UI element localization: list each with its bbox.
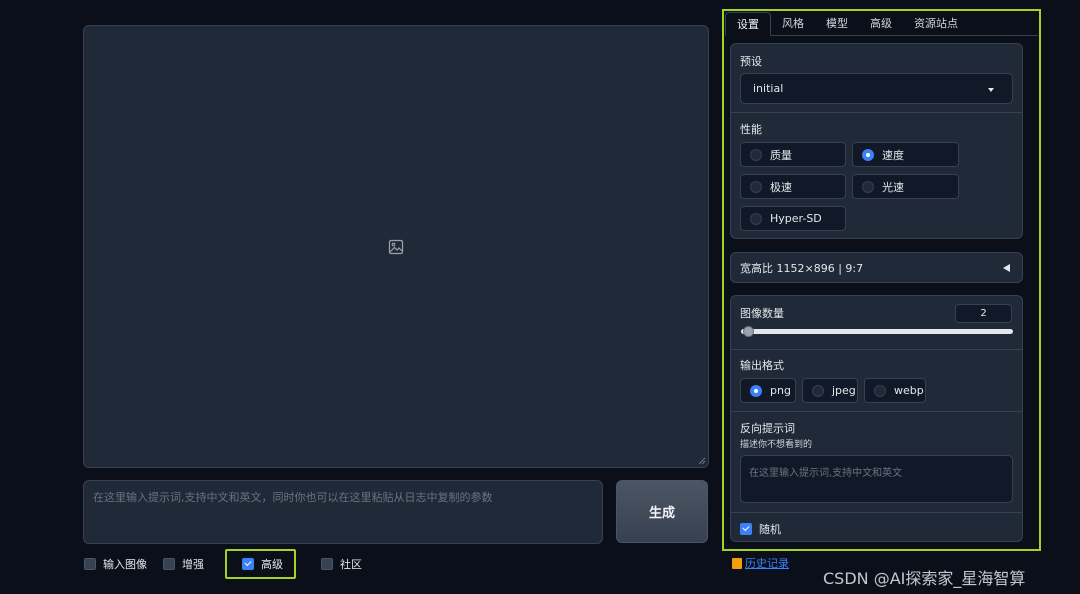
checkbox-random[interactable]: 随机 [740,521,781,537]
collapse-triangle-icon [1003,264,1010,272]
radio-label: jpeg [832,384,856,397]
document-icon [732,557,742,569]
settings-tabs: 设置 风格 模型 高级 资源站点 [725,12,1038,36]
preset-performance-card: 预设 initial 性能 质量 速度 极速 光速 Hyper-SD [730,43,1023,239]
checkbox-label: 输入图像 [103,558,147,571]
radio-circle[interactable] [812,384,824,397]
tab-settings[interactable]: 设置 [725,12,771,36]
divider [731,112,1022,113]
history-link[interactable]: 历史记录 [732,555,789,571]
image-count-label: 图像数量 [740,307,784,320]
checkbox-box[interactable] [242,558,254,570]
checkbox-box[interactable] [740,523,752,535]
radio-circle[interactable] [750,212,762,225]
checkbox-advanced[interactable]: 高级 [242,556,283,572]
radio-label: 光速 [882,180,904,194]
radio-speed[interactable]: 速度 [852,142,959,167]
negative-prompt-input[interactable] [740,455,1013,503]
checkbox-label: 增强 [182,558,204,571]
image-gallery [83,25,709,468]
radio-label: 极速 [770,180,792,194]
image-count-input[interactable]: 2 [955,304,1012,323]
radio-hyper-sd[interactable]: Hyper-SD [740,206,846,231]
radio-label: 速度 [882,148,904,162]
aspect-ratio-label: 宽高比 1152×896 | 9:7 [740,261,864,275]
radio-circle[interactable] [874,384,886,397]
checkbox-box[interactable] [321,558,333,570]
aspect-ratio-accordion[interactable]: 宽高比 1152×896 | 9:7 [730,252,1023,283]
history-label: 历史记录 [745,557,789,570]
radio-circle[interactable] [750,180,762,193]
radio-label: png [770,384,791,397]
radio-label: webp [894,384,924,397]
negative-prompt-hint: 描述你不想看到的 [740,440,813,450]
negative-prompt-label: 反向提示词 [740,422,795,435]
preset-label: 预设 [740,55,762,68]
radio-label: Hyper-SD [770,212,822,225]
radio-circle[interactable] [862,148,874,161]
checkbox-enhance[interactable]: 增强 [163,556,204,572]
tab-styles[interactable]: 风格 [771,12,815,36]
radio-extreme-speed[interactable]: 极速 [740,174,846,199]
divider [731,349,1022,350]
checkbox-community[interactable]: 社区 [321,556,362,572]
generate-button[interactable]: 生成 [616,480,708,543]
divider [731,411,1022,412]
radio-webp[interactable]: webp [864,378,926,403]
preset-value: initial [753,82,784,95]
prompt-input[interactable] [83,480,603,544]
image-icon [388,239,404,254]
radio-circle[interactable] [750,148,762,161]
checkbox-input-image[interactable]: 输入图像 [84,556,147,572]
caret-down-icon [988,88,994,92]
tab-advanced[interactable]: 高级 [859,12,903,36]
radio-circle[interactable] [862,180,874,193]
performance-label: 性能 [740,123,762,136]
output-settings-card: 图像数量 2 输出格式 png jpeg webp 反向提示词 描述你不想看到的… [730,295,1023,542]
divider [731,512,1022,513]
watermark: CSDN @AI探索家_星海智算 [823,569,1026,588]
checkbox-box[interactable] [84,558,96,570]
checkbox-box[interactable] [163,558,175,570]
checkbox-label: 随机 [759,523,781,536]
radio-jpeg[interactable]: jpeg [802,378,858,403]
radio-lightning[interactable]: 光速 [852,174,959,199]
image-count-slider[interactable] [741,329,1013,334]
output-format-label: 输出格式 [740,359,784,372]
tab-resources[interactable]: 资源站点 [903,12,969,36]
preset-dropdown[interactable]: initial [740,73,1013,104]
checkbox-label: 社区 [340,558,362,571]
slider-thumb[interactable] [743,326,754,337]
radio-png[interactable]: png [740,378,796,403]
radio-circle[interactable] [750,384,762,397]
resize-handle-icon[interactable] [698,457,706,465]
tab-models[interactable]: 模型 [815,12,859,36]
radio-quality[interactable]: 质量 [740,142,846,167]
radio-label: 质量 [770,148,792,162]
checkbox-label: 高级 [261,558,283,571]
